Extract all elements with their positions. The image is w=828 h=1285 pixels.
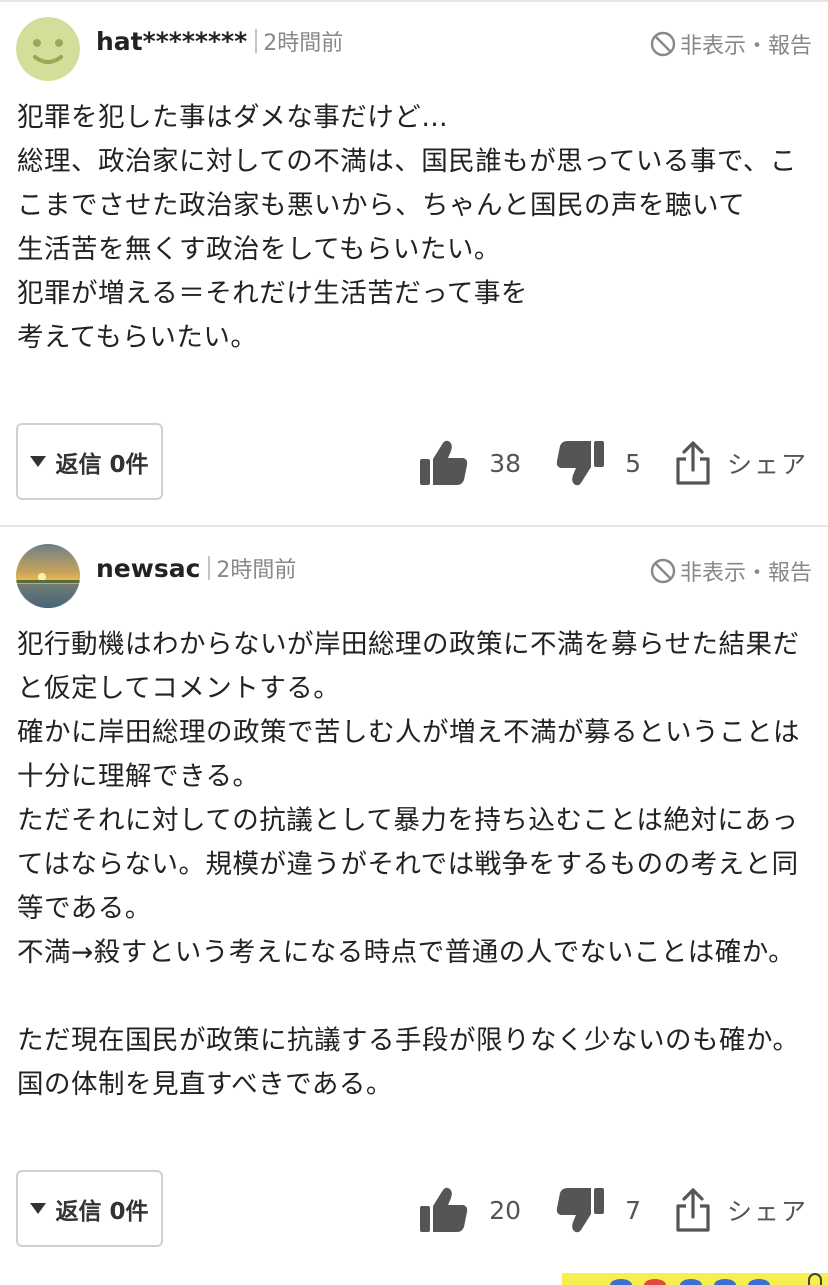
dislike-button[interactable]: 5 xyxy=(555,439,641,487)
comment-header: hat******** 2時間前 xyxy=(96,25,343,57)
like-button[interactable]: 20 xyxy=(419,1186,521,1234)
timestamp: 2時間前 xyxy=(216,558,297,583)
sunset-photo-icon[interactable] xyxy=(16,544,80,608)
thumbs-down-icon xyxy=(556,1188,605,1233)
reply-label: 返信 0件 xyxy=(55,451,149,478)
ad-graphic xyxy=(610,1279,632,1285)
triangle-down-icon xyxy=(30,456,47,467)
reply-button[interactable]: 返信 0件 xyxy=(16,1170,163,1247)
ad-banner[interactable] xyxy=(562,1273,828,1285)
separator xyxy=(255,29,258,53)
share-label: シェア xyxy=(726,1197,808,1226)
dislike-count: 7 xyxy=(625,1195,641,1225)
dislike-count: 5 xyxy=(625,448,641,478)
smiley-face-icon[interactable] xyxy=(16,17,80,81)
like-count: 20 xyxy=(489,1195,522,1225)
triangle-down-icon xyxy=(30,1203,47,1214)
ad-graphic xyxy=(644,1279,666,1285)
thumbs-up-icon xyxy=(420,440,468,485)
prohibit-icon xyxy=(650,31,676,57)
top-divider xyxy=(0,0,828,2)
reply-label: 返信 0件 xyxy=(55,1198,149,1225)
hide-report-button[interactable]: 非表示・報告 xyxy=(650,555,812,587)
share-icon xyxy=(676,441,710,485)
hide-report-button[interactable]: 非表示・報告 xyxy=(650,28,812,60)
hide-report-label: 非表示・報告 xyxy=(679,34,812,59)
username[interactable]: hat******** xyxy=(96,27,247,56)
like-button[interactable]: 38 xyxy=(419,439,521,487)
share-label: シェア xyxy=(726,450,808,479)
comment-body: 犯罪を犯した事はダメな事だけど… 総理、政治家に対しての不満は、国民誰もが思って… xyxy=(17,102,797,353)
ad-graphic xyxy=(714,1279,736,1285)
ad-graphic xyxy=(748,1279,770,1285)
comment-actions: 20 7 シェア xyxy=(419,1185,808,1235)
dislike-button[interactable]: 7 xyxy=(555,1186,641,1234)
thumbs-up-icon xyxy=(420,1187,468,1232)
comment-header: newsac 2時間前 xyxy=(96,552,296,584)
reply-button[interactable]: 返信 0件 xyxy=(16,423,163,500)
prohibit-icon xyxy=(650,558,676,584)
share-button[interactable]: シェア xyxy=(675,440,808,486)
separator xyxy=(208,556,211,580)
comment-actions: 38 5 シェア xyxy=(419,438,808,488)
timestamp: 2時間前 xyxy=(263,31,344,56)
username[interactable]: newsac xyxy=(96,554,200,583)
comment-divider xyxy=(0,525,828,527)
share-button[interactable]: シェア xyxy=(675,1187,808,1233)
hide-report-label: 非表示・報告 xyxy=(679,561,812,586)
thumbs-down-icon xyxy=(556,441,605,486)
ad-graphic xyxy=(680,1279,702,1285)
ad-info-icon[interactable] xyxy=(808,1273,822,1285)
share-icon xyxy=(676,1188,710,1232)
like-count: 38 xyxy=(489,448,522,478)
comment-body: 犯行動機はわからないが岸田総理の政策に不満を募らせた結果だと仮定してコメントする… xyxy=(17,629,800,1100)
